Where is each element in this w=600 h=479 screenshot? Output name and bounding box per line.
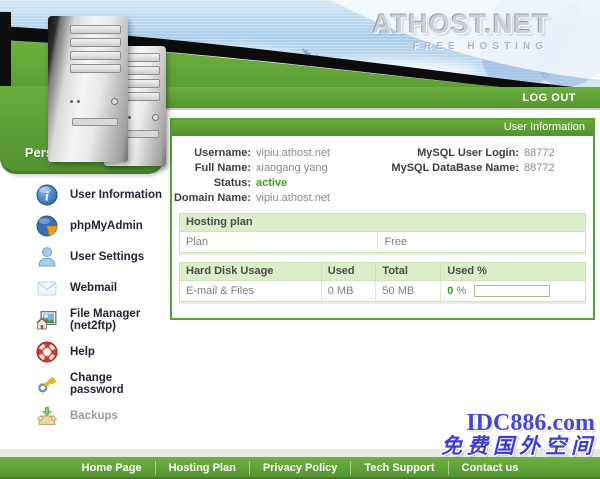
envelope-icon: [36, 277, 58, 299]
mysql-db-label: MySQL DataBase Name:: [374, 162, 524, 174]
disk-usage-table: Hard Disk Usage Used Total Used % E-mail…: [179, 262, 586, 302]
logout-button[interactable]: LOG OUT: [522, 92, 576, 104]
user-icon: [36, 246, 58, 268]
table-row: E-mail & Files 0 MB 50 MB 0 %: [180, 281, 585, 301]
plan-value-cell: Free: [378, 232, 585, 252]
sidebar-item-label: Backups: [70, 410, 118, 422]
watermark-site: IDC886.com: [441, 411, 599, 435]
sidebar-item-label: User Information: [70, 189, 162, 201]
user-information-panel: User Information Username: vipiu.athost.…: [170, 118, 595, 320]
sidebar-item-label: Change password: [70, 372, 166, 396]
footer-nav: Home Page Hosting Plan Privacy Policy Te…: [0, 457, 600, 479]
footer-link-hosting[interactable]: Hosting Plan: [156, 461, 250, 475]
server-tower: [48, 16, 128, 162]
logo-title: ATHOST.NET: [373, 9, 551, 40]
pct-value: 0: [447, 285, 453, 297]
sidebar-item-label: Help: [70, 346, 95, 358]
hosting-plan-title: Hosting plan: [180, 214, 585, 232]
domain-value: vipiu.athost.net: [256, 192, 374, 204]
column-header: Total: [376, 263, 441, 280]
sidebar-item-phpmyadmin[interactable]: phpMyAdmin: [0, 211, 166, 242]
sidebar-item-help[interactable]: Help: [0, 337, 166, 368]
column-header: Used %: [441, 263, 585, 280]
usage-progress-bar: [474, 285, 550, 297]
header-left-shadow: [0, 12, 11, 90]
file-manager-icon: [36, 309, 58, 331]
mysql-login-label: MySQL User Login:: [374, 147, 524, 159]
sidebar-item-label: User Settings: [70, 251, 144, 263]
column-header: Hard Disk Usage: [180, 263, 322, 280]
status-value: active: [256, 177, 374, 189]
section-title: User Information: [504, 121, 585, 133]
server-towers-image: [38, 0, 170, 170]
footer-link-home[interactable]: Home Page: [69, 461, 156, 475]
domain-label: Domain Name:: [172, 192, 256, 204]
sidebar-item-label: File Manager (net2ftp): [70, 308, 166, 332]
section-title-bar: User Information: [172, 120, 593, 136]
site-logo: ATHOST.NET FREE HOSTING: [373, 9, 551, 52]
sidebar-item-label: Webmail: [70, 282, 117, 294]
column-header: Used: [322, 263, 377, 280]
mysql-login-value: 88772: [524, 147, 593, 159]
svg-text:i: i: [45, 190, 49, 205]
sidebar-item-webmail[interactable]: Webmail: [0, 273, 166, 304]
sidebar-item-label: phpMyAdmin: [70, 220, 143, 232]
sidebar-item-file-manager[interactable]: File Manager (net2ftp): [0, 304, 166, 337]
sidebar-item-change-password[interactable]: Change password: [0, 368, 166, 401]
hosting-control-panel: ✈ ATHOST.NET FREE HOSTING LOG OUT Person…: [0, 0, 600, 479]
hosting-plan-table: Hosting plan Plan Free: [179, 213, 586, 253]
usage-used-cell: 0 MB: [322, 281, 377, 301]
watermark: IDC886.com 免费国外空间: [441, 411, 599, 458]
fullname-label: Full Name:: [172, 162, 256, 174]
watermark-slogan: 免费国外空间: [441, 435, 599, 458]
info-icon: i: [36, 184, 58, 206]
status-label: Status:: [172, 177, 256, 189]
usage-pct-cell: 0 %: [441, 281, 585, 301]
user-info-grid: Username: vipiu.athost.net MySQL User Lo…: [172, 147, 593, 204]
mysql-db-value: 88772: [524, 162, 593, 174]
sidebar-menu: i User Information phpMyAdmin: [0, 180, 166, 432]
pie-chart-icon: [36, 215, 58, 237]
lifebuoy-icon: [36, 341, 58, 363]
fullname-value: xiaogang yang: [256, 162, 374, 174]
usage-name-cell: E-mail & Files: [180, 281, 322, 301]
footer-link-contact[interactable]: Contact us: [449, 461, 532, 475]
key-icon: [36, 373, 58, 395]
logo-subtitle: FREE HOSTING: [373, 41, 551, 52]
disk-usage-header-row: Hard Disk Usage Used Total Used %: [180, 263, 585, 281]
table-row: Plan Free: [180, 232, 585, 252]
username-label: Username:: [172, 147, 256, 159]
sidebar-item-user-settings[interactable]: User Settings: [0, 242, 166, 273]
footer-link-support[interactable]: Tech Support: [351, 461, 448, 475]
sidebar-item-backups[interactable]: Backups: [0, 401, 166, 432]
sidebar-item-user-information[interactable]: i User Information: [0, 180, 166, 211]
plan-cell: Plan: [180, 232, 378, 252]
pct-unit: %: [456, 285, 466, 297]
backup-box-icon: [36, 405, 58, 427]
footer-link-privacy[interactable]: Privacy Policy: [250, 461, 352, 475]
usage-total-cell: 50 MB: [376, 281, 441, 301]
username-value: vipiu.athost.net: [256, 147, 374, 159]
